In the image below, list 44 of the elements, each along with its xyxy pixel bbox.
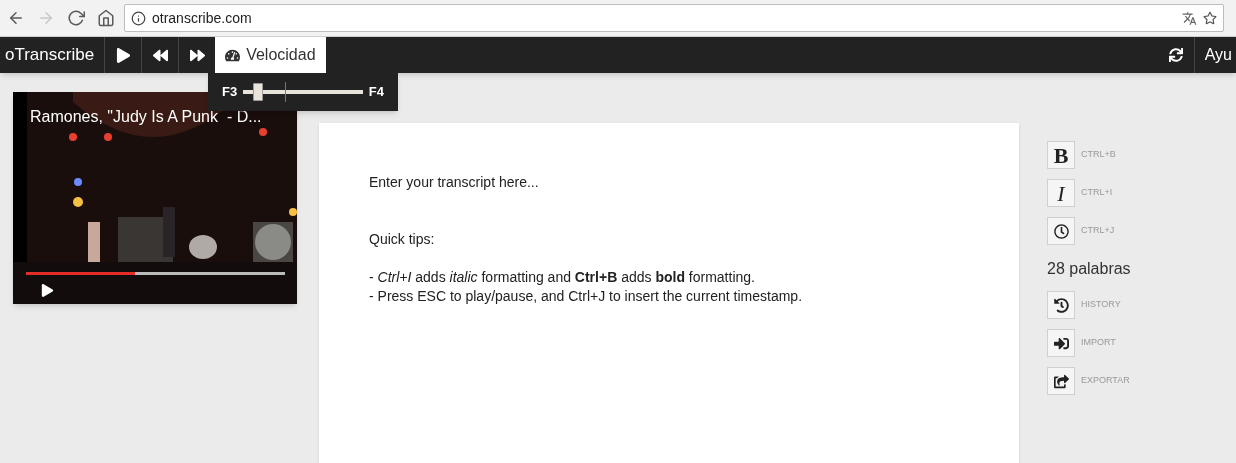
rewind-icon: [152, 47, 168, 63]
shortcut-label: CTRL+J: [1081, 224, 1115, 238]
transcript-editor[interactable]: Enter your transcript here... Quick tips: - Ctrl+I adds italic formatting and Ctrl+B adds bold formatting. - Press ESC to play/pause, and Ctrl+J to insert the current timestamp.: [319, 123, 1019, 463]
editor-text: - Press ESC to play/pause, and Ctrl+J to insert the current timestamp.: [369, 287, 803, 306]
play-icon: [115, 47, 131, 63]
bold-button[interactable]: B: [1047, 141, 1075, 169]
timestamp-button[interactable]: [1047, 217, 1075, 245]
fast-forward-icon: [189, 47, 205, 63]
slider-thumb[interactable]: [252, 83, 263, 101]
history-button[interactable]: [1047, 291, 1075, 319]
action-label: HISTORY: [1081, 298, 1121, 312]
speedometer-icon: [225, 47, 241, 63]
translate-icon[interactable]: [1182, 10, 1197, 26]
address-bar[interactable]: otranscribe.com: [124, 4, 1224, 32]
import-icon: [1053, 335, 1069, 351]
import-button[interactable]: [1047, 329, 1075, 357]
forward-icon: [37, 9, 55, 27]
action-label: EXPORTAR: [1081, 374, 1130, 388]
play-icon: [41, 284, 54, 297]
star-icon[interactable]: [1203, 11, 1217, 25]
video-play-button[interactable]: [41, 284, 54, 297]
speed-max-label: F4: [368, 83, 384, 102]
italic-button[interactable]: I: [1047, 179, 1075, 207]
action-label: IMPORT: [1081, 336, 1116, 350]
home-icon: [97, 9, 115, 27]
clock-icon: [1053, 223, 1069, 239]
url-text: otranscribe.com: [152, 8, 253, 28]
editor-text: Quick tips:: [369, 230, 436, 249]
shortcut-label: CTRL+B: [1081, 148, 1116, 162]
reload-icon: [67, 9, 85, 27]
refresh-icon: [1168, 48, 1183, 62]
speed-slider[interactable]: [243, 82, 363, 102]
speed-tab[interactable]: Velocidad: [215, 37, 326, 73]
share-icon: [1053, 373, 1069, 389]
back-icon: [7, 9, 25, 27]
help-menu[interactable]: Ayu: [1193, 37, 1236, 73]
word-count: 28 palabras: [1047, 259, 1131, 279]
shortcut-label: CTRL+I: [1081, 186, 1113, 200]
info-icon: [131, 10, 146, 26]
export-button[interactable]: [1047, 367, 1075, 395]
editor-text: Enter your transcript here...: [369, 173, 540, 192]
editor-text: - Ctrl+I adds italic formatting and Ctrl+B adds bold formatting.: [369, 268, 756, 287]
brand-title: oTranscribe: [4, 44, 96, 67]
history-icon: [1053, 297, 1069, 313]
